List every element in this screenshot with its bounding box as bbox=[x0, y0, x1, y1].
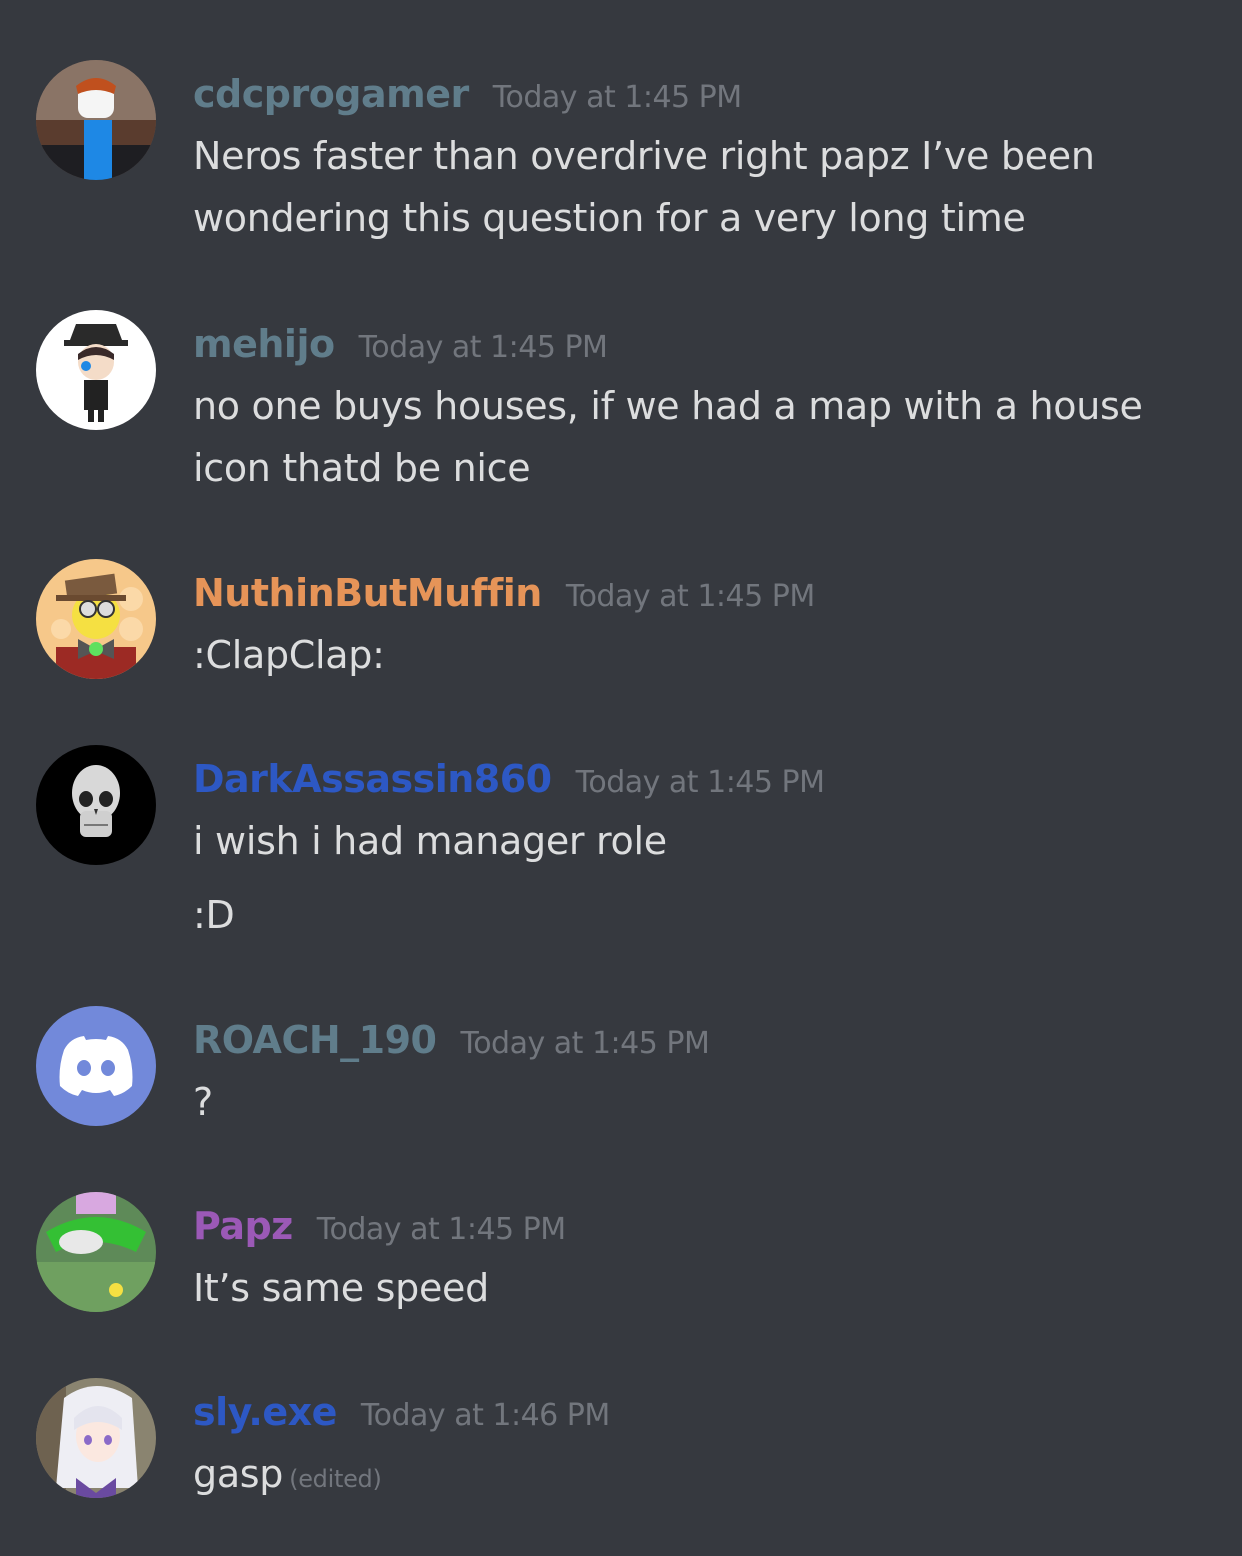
message-header: mehijo Today at 1:45 PM bbox=[193, 322, 608, 366]
message-text-content: gasp bbox=[193, 1452, 284, 1496]
roblox-character-avatar-icon bbox=[36, 60, 156, 180]
message-text: gasp (edited) bbox=[193, 1452, 382, 1496]
avatar[interactable] bbox=[36, 1192, 156, 1312]
message-header: Papz Today at 1:45 PM bbox=[193, 1204, 566, 1248]
message-header: DarkAssassin860 Today at 1:45 PM bbox=[193, 757, 825, 801]
author-name[interactable]: NuthinButMuffin bbox=[193, 571, 542, 615]
author-name[interactable]: ROACH_190 bbox=[193, 1018, 437, 1062]
skull-avatar-icon bbox=[36, 745, 156, 865]
timestamp: Today at 1:45 PM bbox=[460, 1026, 710, 1061]
message-header: NuthinButMuffin Today at 1:45 PM bbox=[193, 571, 815, 615]
anime-character-hat-avatar-icon bbox=[36, 310, 156, 430]
avatar[interactable] bbox=[36, 1006, 156, 1126]
message-header: sly.exe Today at 1:46 PM bbox=[193, 1390, 610, 1434]
timestamp: Today at 1:45 PM bbox=[565, 579, 815, 614]
message-text: It’s same speed bbox=[193, 1266, 489, 1310]
timestamp: Today at 1:45 PM bbox=[316, 1212, 566, 1247]
avatar[interactable] bbox=[36, 559, 156, 679]
author-name[interactable]: cdcprogamer bbox=[193, 72, 469, 116]
author-name[interactable]: DarkAssassin860 bbox=[193, 757, 552, 801]
author-name[interactable]: mehijo bbox=[193, 322, 335, 366]
message-text: :D bbox=[193, 893, 235, 937]
timestamp: Today at 1:45 PM bbox=[492, 80, 742, 115]
edited-label: (edited) bbox=[289, 1465, 382, 1493]
author-name[interactable]: sly.exe bbox=[193, 1390, 337, 1434]
message-text: i wish i had manager role bbox=[193, 819, 667, 863]
message-header: cdcprogamer Today at 1:45 PM bbox=[193, 72, 742, 116]
green-hat-avatar-icon bbox=[36, 1192, 156, 1312]
avatar[interactable] bbox=[36, 1378, 156, 1498]
avatar[interactable] bbox=[36, 310, 156, 430]
discord-default-avatar-icon bbox=[36, 1006, 156, 1126]
message-text: no one buys houses, if we had a map with… bbox=[193, 384, 1143, 428]
avatar[interactable] bbox=[36, 60, 156, 180]
message-text: Neros faster than overdrive right papz I… bbox=[193, 134, 1095, 178]
message-text: wondering this question for a very long … bbox=[193, 196, 1026, 240]
timestamp: Today at 1:45 PM bbox=[575, 765, 825, 800]
author-name[interactable]: Papz bbox=[193, 1204, 293, 1248]
timestamp: Today at 1:46 PM bbox=[360, 1398, 610, 1433]
message-header: ROACH_190 Today at 1:45 PM bbox=[193, 1018, 710, 1062]
message-text: :ClapClap: bbox=[193, 633, 385, 677]
message-text: ? bbox=[193, 1080, 213, 1124]
avatar[interactable] bbox=[36, 745, 156, 865]
anime-girl-avatar-icon bbox=[36, 1378, 156, 1498]
top-hat-character-avatar-icon bbox=[36, 559, 156, 679]
message-text: icon thatd be nice bbox=[193, 446, 531, 490]
timestamp: Today at 1:45 PM bbox=[358, 330, 608, 365]
